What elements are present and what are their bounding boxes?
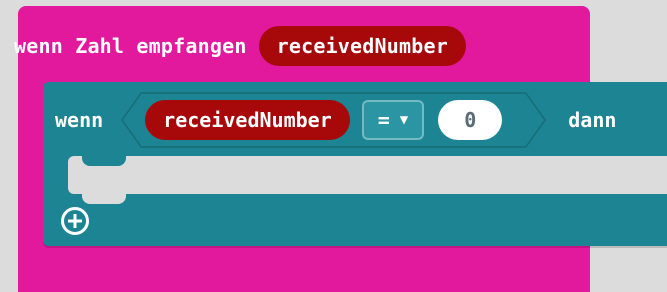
condition-variable-pill[interactable]: receivedNumber [145, 100, 350, 140]
event-block-label: wenn Zahl empfangen [14, 34, 247, 58]
if-keyword: wenn [55, 108, 104, 132]
operator-label: = [377, 108, 390, 132]
block-editor-canvas: wenn Zahl empfangen receivedNumber wenn … [0, 0, 667, 292]
compare-value-input[interactable]: 0 [438, 100, 503, 140]
operator-dropdown[interactable]: = ▼ [361, 100, 425, 140]
plus-circle-icon[interactable] [60, 206, 90, 236]
event-block-header: wenn Zahl empfangen receivedNumber [14, 26, 466, 66]
slot-notch [82, 156, 126, 166]
if-condition-row: wenn receivedNumber = ▼ 0 dann [55, 92, 616, 148]
received-number-variable-pill[interactable]: receivedNumber [258, 26, 466, 66]
then-keyword: dann [568, 108, 617, 132]
if-statement-slot[interactable] [68, 156, 667, 194]
comparison-block[interactable]: receivedNumber = ▼ 0 [121, 92, 547, 148]
caret-down-icon: ▼ [399, 112, 409, 128]
slot-bottom-notch [82, 194, 126, 204]
